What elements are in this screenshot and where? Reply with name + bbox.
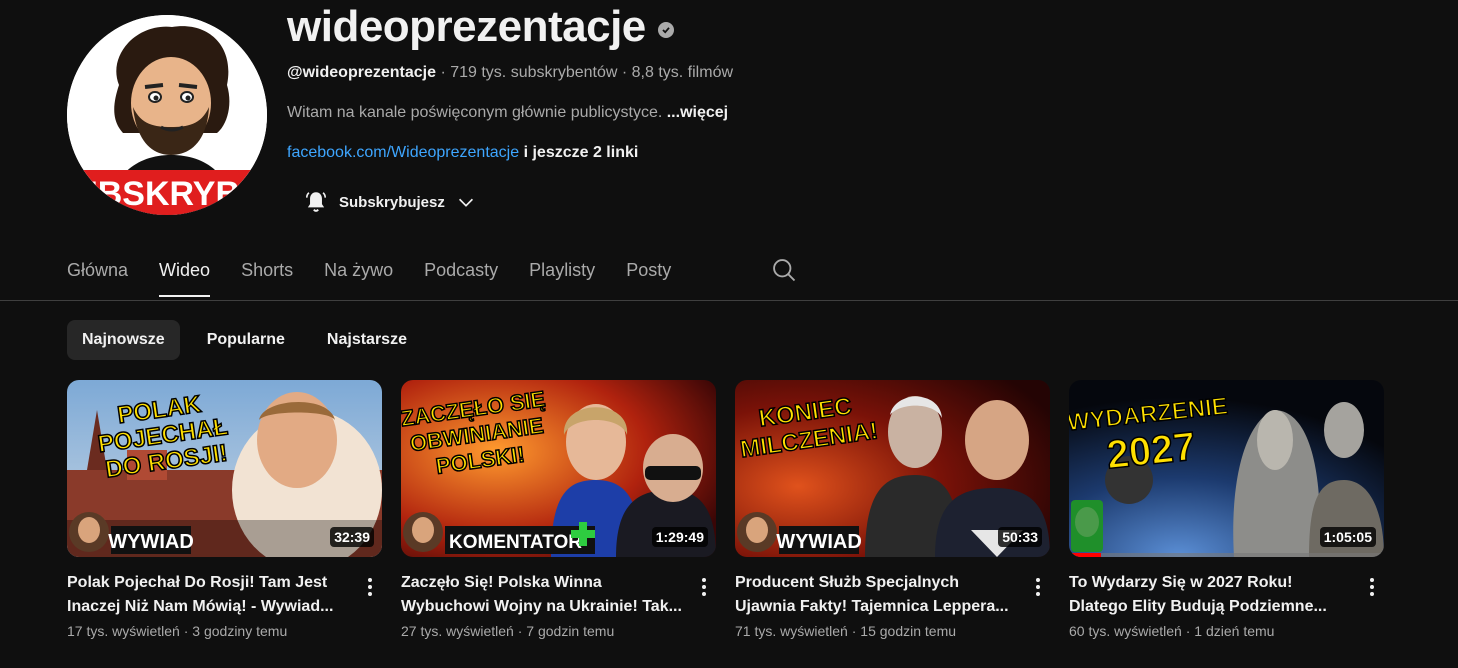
video-duration: 1:05:05 <box>1319 527 1376 547</box>
subscribed-label: Subskrybujesz <box>339 193 445 211</box>
video-thumbnail[interactable]: POLAK POJECHAŁ DO ROSJI! WYWIAD 32:39 <box>67 380 382 557</box>
chip-popular[interactable]: Popularne <box>192 320 300 360</box>
subscriber-count: 719 tys. subskrybentów <box>450 64 618 81</box>
chevron-down-icon <box>458 198 473 207</box>
sort-chips: Najnowsze Popularne Najstarsze <box>67 320 422 360</box>
chip-newest[interactable]: Najnowsze <box>67 320 180 360</box>
stats-separator: · <box>1185 623 1191 639</box>
more-links-button[interactable]: i jeszcze 2 linki <box>524 144 639 161</box>
video-duration: 50:33 <box>998 527 1042 547</box>
avatar-image: SUBSKRYBUJ <box>67 15 267 215</box>
video-thumbnail[interactable]: KONIEC MILCZENIA! WYWIAD 50:33 <box>735 380 1050 557</box>
meta-separator: · <box>440 64 446 81</box>
tab-posts[interactable]: Posty <box>626 250 671 295</box>
video-card: WYDARZENIE 2027 1:05:05 To Wydarzy Się w… <box>1069 380 1384 639</box>
more-actions-icon[interactable] <box>1362 575 1382 599</box>
thumbnail-badge: WYWIAD <box>108 531 194 553</box>
video-grid: POLAK POJECHAŁ DO ROSJI! WYWIAD 32:39 Po… <box>67 380 1384 639</box>
watch-progress-fill <box>1069 553 1101 557</box>
more-actions-icon[interactable] <box>1028 575 1048 599</box>
stats-separator: · <box>851 623 857 639</box>
watch-progress-bar <box>1069 553 1384 557</box>
video-age: 1 dzień temu <box>1194 623 1275 639</box>
video-duration: 1:29:49 <box>651 527 708 547</box>
channel-links: facebook.com/Wideoprezentacje i jeszcze … <box>287 144 638 162</box>
video-stats: 71 tys. wyświetleń · 15 godzin temu <box>735 623 1020 639</box>
tab-shorts[interactable]: Shorts <box>241 250 293 295</box>
tab-playlists[interactable]: Playlisty <box>529 250 595 295</box>
channel-header: SUBSKRYBUJ wideoprezentacje @wideoprezen… <box>0 0 1458 240</box>
svg-text:SUBSKRYBUJ: SUBSKRYBUJ <box>67 175 267 213</box>
thumbnail-badge: KOMENTATOR <box>449 532 582 553</box>
video-title[interactable]: To Wydarzy Się w 2027 Roku! Dlatego Elit… <box>1069 571 1354 619</box>
video-info: To Wydarzy Się w 2027 Roku! Dlatego Elit… <box>1069 571 1384 639</box>
video-card: POLAK POJECHAŁ DO ROSJI! WYWIAD 32:39 Po… <box>67 380 382 639</box>
video-thumbnail[interactable]: ZACZĘŁO SIĘ OBWINIANIE POLSKI! KOMENTATO… <box>401 380 716 557</box>
video-stats: 27 tys. wyświetleń · 7 godzin temu <box>401 623 686 639</box>
more-description-link[interactable]: ...więcej <box>667 104 728 121</box>
video-info: Producent Służb Specjalnych Ujawnia Fakt… <box>735 571 1050 639</box>
channel-name-row: wideoprezentacje <box>287 2 674 52</box>
video-count: 8,8 tys. filmów <box>631 64 734 81</box>
video-title[interactable]: Producent Służb Specjalnych Ujawnia Fakt… <box>735 571 1020 619</box>
meta-separator: · <box>621 64 628 81</box>
verified-badge-icon <box>657 22 674 38</box>
video-age: 7 godzin temu <box>526 623 615 639</box>
video-info: Polak Pojechał Do Rosji! Tam Jest Inacze… <box>67 571 382 639</box>
more-actions-icon[interactable] <box>694 575 714 599</box>
video-title[interactable]: Zaczęło Się! Polska Winna Wybuchowi Wojn… <box>401 571 686 619</box>
video-card: KONIEC MILCZENIA! WYWIAD 50:33 Producent… <box>735 380 1050 639</box>
video-stats: 60 tys. wyświetleń · 1 dzień temu <box>1069 623 1354 639</box>
video-views: 17 tys. wyświetleń <box>67 623 180 639</box>
tab-live[interactable]: Na żywo <box>324 250 393 295</box>
stats-separator: · <box>517 623 523 639</box>
thumbnail-badge: WYWIAD <box>776 531 862 553</box>
video-title[interactable]: Polak Pojechał Do Rosji! Tam Jest Inacze… <box>67 571 352 619</box>
tab-home[interactable]: Główna <box>67 250 128 295</box>
video-views: 60 tys. wyświetleń <box>1069 623 1182 639</box>
thumbnail-overlay-text: 2027 <box>1105 424 1198 477</box>
video-thumbnail[interactable]: WYDARZENIE 2027 1:05:05 <box>1069 380 1384 557</box>
chip-oldest[interactable]: Najstarsze <box>312 320 422 360</box>
tab-videos[interactable]: Wideo <box>159 250 211 297</box>
video-age: 15 godzin temu <box>860 623 957 639</box>
channel-tabs: Główna Wideo Shorts Na żywo Podcasty Pla… <box>67 250 702 300</box>
video-stats: 17 tys. wyświetleń · 3 godziny temu <box>67 623 352 639</box>
bell-icon <box>305 192 327 212</box>
channel-meta: @wideoprezentacje · 719 tys. subskrybent… <box>287 64 733 82</box>
video-card: ZACZĘŁO SIĘ OBWINIANIE POLSKI! KOMENTATO… <box>401 380 716 639</box>
facebook-link[interactable]: facebook.com/Wideoprezentacje <box>287 144 519 161</box>
video-views: 27 tys. wyświetleń <box>401 623 514 639</box>
channel-handle: @wideoprezentacje <box>287 64 436 81</box>
channel-avatar[interactable]: SUBSKRYBUJ <box>67 15 267 215</box>
video-age: 3 godziny temu <box>192 623 288 639</box>
more-actions-icon[interactable] <box>360 575 380 599</box>
subscribed-button[interactable]: Subskrybujesz <box>287 182 493 222</box>
tabs-divider <box>0 300 1458 301</box>
channel-search-icon[interactable] <box>770 256 798 284</box>
description-text: Witam na kanale poświęconym głównie publ… <box>287 104 663 121</box>
channel-name: wideoprezentacje <box>287 2 646 51</box>
video-views: 71 tys. wyświetleń <box>735 623 848 639</box>
stats-separator: · <box>183 623 189 639</box>
tab-podcasts[interactable]: Podcasty <box>424 250 498 295</box>
video-info: Zaczęło Się! Polska Winna Wybuchowi Wojn… <box>401 571 716 639</box>
channel-description[interactable]: Witam na kanale poświęconym głównie publ… <box>287 104 728 122</box>
video-duration: 32:39 <box>330 527 374 547</box>
